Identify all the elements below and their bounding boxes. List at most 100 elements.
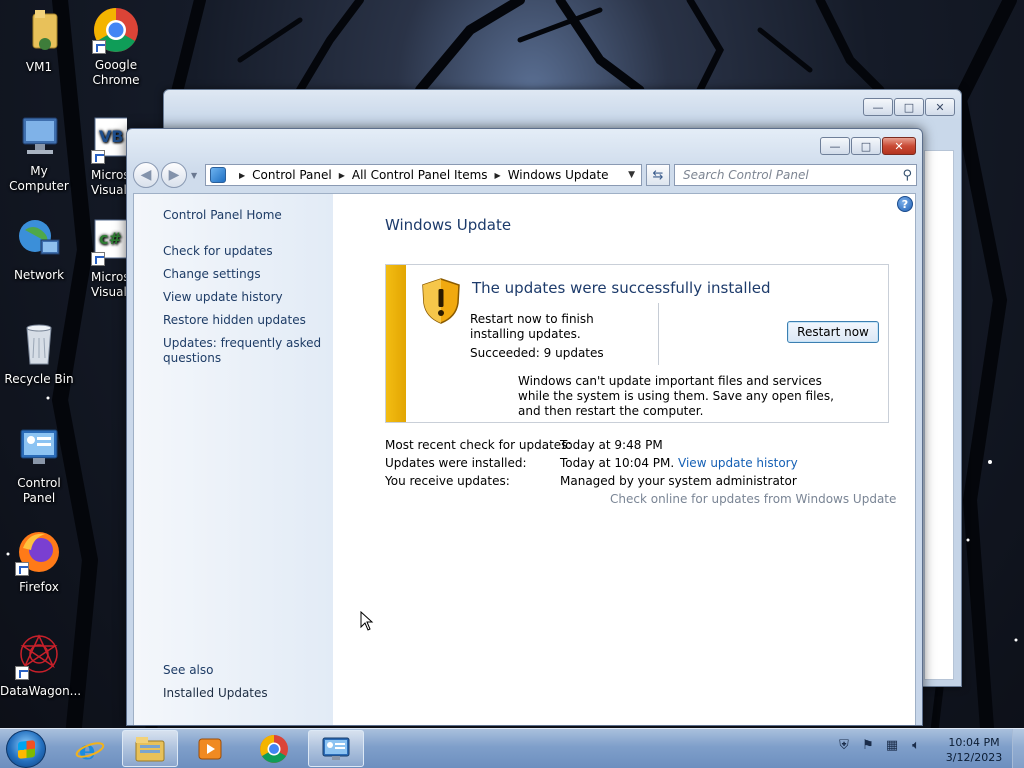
page-title: Windows Update bbox=[385, 216, 512, 234]
desktop-icon-my-computer[interactable]: My Computer bbox=[0, 112, 78, 194]
recycle-bin-icon bbox=[15, 320, 63, 368]
address-dropdown-icon[interactable]: ▼ bbox=[628, 170, 635, 180]
breadcrumb-control-panel[interactable]: Control Panel bbox=[252, 168, 332, 182]
shortcut-arrow-icon bbox=[15, 562, 29, 576]
address-bar[interactable]: ▶ Control Panel ▶ All Control Panel Item… bbox=[205, 164, 642, 186]
desktop-icon-vm1[interactable]: VM1 bbox=[0, 8, 78, 75]
task-pane: Control Panel Home Check for updates Cha… bbox=[134, 194, 333, 725]
refresh-icon: ⇆ bbox=[652, 167, 664, 183]
taskbar-chrome[interactable] bbox=[246, 730, 302, 767]
warning-shield-icon bbox=[422, 278, 460, 324]
background-window-content bbox=[924, 150, 954, 680]
status-title: The updates were successfully installed bbox=[472, 279, 771, 297]
breadcrumb-separator-icon[interactable]: ▶ bbox=[495, 171, 501, 180]
system-clock[interactable]: 10:04 PM 3/12/2023 bbox=[944, 735, 1004, 765]
svg-text:VB: VB bbox=[99, 127, 124, 146]
back-arrow-icon: ◀ bbox=[140, 167, 152, 183]
action-center-flag-icon[interactable]: ⚑ bbox=[860, 737, 876, 753]
forward-button[interactable]: ▶ bbox=[161, 162, 187, 188]
breadcrumb-separator-icon[interactable]: ▶ bbox=[239, 171, 245, 180]
folder-icon bbox=[15, 8, 63, 56]
search-input[interactable]: Search Control Panel ⚲ bbox=[674, 164, 917, 186]
control-panel-icon bbox=[322, 737, 350, 760]
link-view-update-history[interactable]: View update history bbox=[163, 290, 323, 305]
desktop-icon-google-chrome[interactable]: Google Chrome bbox=[77, 6, 155, 88]
taskbar-windows-explorer[interactable] bbox=[122, 730, 178, 767]
main-pane: ? Windows Update The updates were succes… bbox=[333, 194, 915, 725]
computer-icon bbox=[15, 112, 63, 160]
desktop-icon-recycle-bin[interactable]: Recycle Bin bbox=[0, 320, 78, 387]
volume-icon[interactable]: 🔈︎ bbox=[908, 737, 924, 753]
desktop-icon-visual-csharp[interactable]: c# Micros Visual C bbox=[77, 218, 127, 300]
breadcrumb-all-items[interactable]: All Control Panel Items bbox=[352, 168, 488, 182]
link-change-settings[interactable]: Change settings bbox=[163, 267, 323, 282]
search-icon[interactable]: ⚲ bbox=[902, 168, 912, 183]
info-key: Most recent check for updates: bbox=[385, 438, 572, 452]
desktop-icon-network[interactable]: Network bbox=[0, 216, 78, 283]
shortcut-arrow-icon bbox=[91, 150, 105, 164]
show-desktop-button[interactable] bbox=[1012, 729, 1024, 768]
desktop-icon-datawagon[interactable]: DataWagon... bbox=[0, 632, 81, 699]
close-button[interactable]: ✕ bbox=[882, 137, 916, 155]
breadcrumb-separator-icon[interactable]: ▶ bbox=[339, 171, 345, 180]
info-key: You receive updates: bbox=[385, 474, 510, 488]
taskbar-internet-explorer[interactable]: e bbox=[62, 730, 118, 767]
restart-now-button[interactable]: Restart now bbox=[787, 321, 879, 343]
info-value: Today at 10:04 PM. View update history bbox=[560, 456, 798, 470]
taskbar-media-player[interactable] bbox=[182, 730, 238, 767]
chrome-icon bbox=[260, 734, 288, 763]
status-message: Restart now to finish installing updates… bbox=[470, 312, 594, 341]
media-player-icon bbox=[198, 738, 222, 759]
help-icon[interactable]: ? bbox=[897, 196, 913, 212]
refresh-button[interactable]: ⇆ bbox=[646, 164, 670, 186]
mouse-cursor-icon bbox=[360, 611, 374, 631]
status-succeeded-count: Succeeded: 9 updates bbox=[470, 346, 604, 360]
datawagon-icon bbox=[15, 632, 63, 680]
shortcut-arrow-icon bbox=[15, 666, 29, 680]
link-installed-updates[interactable]: Installed Updates bbox=[163, 686, 323, 701]
network-tray-icon[interactable]: ▦ bbox=[884, 737, 900, 753]
minimize-button[interactable]: — bbox=[820, 137, 850, 155]
desktop-icon-firefox[interactable]: Firefox bbox=[0, 528, 78, 595]
windows-update-tray-icon[interactable]: ⛨ bbox=[836, 737, 852, 753]
link-restore-hidden-updates[interactable]: Restore hidden updates bbox=[163, 313, 323, 328]
link-view-update-history[interactable]: View update history bbox=[678, 456, 798, 470]
link-updates-faq[interactable]: Updates: frequently asked questions bbox=[163, 336, 323, 366]
status-note: Windows can't update important files and… bbox=[518, 374, 834, 418]
internet-explorer-icon: e bbox=[75, 736, 105, 764]
maximize-button[interactable]: □ bbox=[851, 137, 881, 155]
info-value: Managed by your system administrator bbox=[560, 474, 797, 488]
info-key: Updates were installed: bbox=[385, 456, 527, 470]
shortcut-arrow-icon bbox=[91, 252, 105, 266]
forward-arrow-icon: ▶ bbox=[168, 167, 180, 183]
close-button[interactable]: ✕ bbox=[925, 98, 955, 116]
taskbar-control-panel[interactable] bbox=[308, 730, 364, 767]
update-status-panel: The updates were successfully installed … bbox=[385, 264, 889, 423]
minimize-button[interactable]: — bbox=[863, 98, 893, 116]
breadcrumb-windows-update[interactable]: Windows Update bbox=[508, 168, 609, 182]
status-divider bbox=[658, 303, 659, 365]
desktop-icon-control-panel[interactable]: Control Panel bbox=[0, 424, 78, 506]
recent-pages-dropdown[interactable]: ▼ bbox=[191, 171, 197, 180]
control-panel-icon bbox=[210, 167, 226, 183]
desktop-icon-visual-basic[interactable]: VB Micros Visual B bbox=[77, 116, 127, 198]
navigation-bar: ◀ ▶ ▼ ▶ Control Panel ▶ All Control Pane… bbox=[133, 161, 917, 189]
start-button[interactable] bbox=[6, 730, 46, 768]
windows-update-window[interactable]: — □ ✕ ◀ ▶ ▼ ▶ Control Panel ▶ All Contro… bbox=[126, 128, 923, 726]
link-control-panel-home[interactable]: Control Panel Home bbox=[163, 208, 323, 223]
firefox-icon bbox=[15, 528, 63, 576]
windows-explorer-icon bbox=[135, 736, 165, 761]
chrome-icon bbox=[92, 6, 140, 54]
link-check-for-updates[interactable]: Check for updates bbox=[163, 244, 323, 259]
back-button[interactable]: ◀ bbox=[133, 162, 159, 188]
svg-text:e: e bbox=[79, 736, 96, 764]
clock-time: 10:04 PM bbox=[948, 736, 1000, 749]
maximize-button[interactable]: □ bbox=[894, 98, 924, 116]
search-placeholder: Search Control Panel bbox=[683, 168, 809, 182]
link-check-online[interactable]: Check online for updates from Windows Up… bbox=[610, 492, 896, 506]
taskbar: e ⛨ ⚑ ▦ 🔈︎ 10:04 PM 3/12/2023 bbox=[0, 728, 1024, 768]
shortcut-arrow-icon bbox=[92, 40, 106, 54]
window-content: Control Panel Home Check for updates Cha… bbox=[133, 193, 916, 725]
network-globe-icon bbox=[15, 216, 63, 264]
see-also-heading: See also bbox=[163, 663, 214, 677]
